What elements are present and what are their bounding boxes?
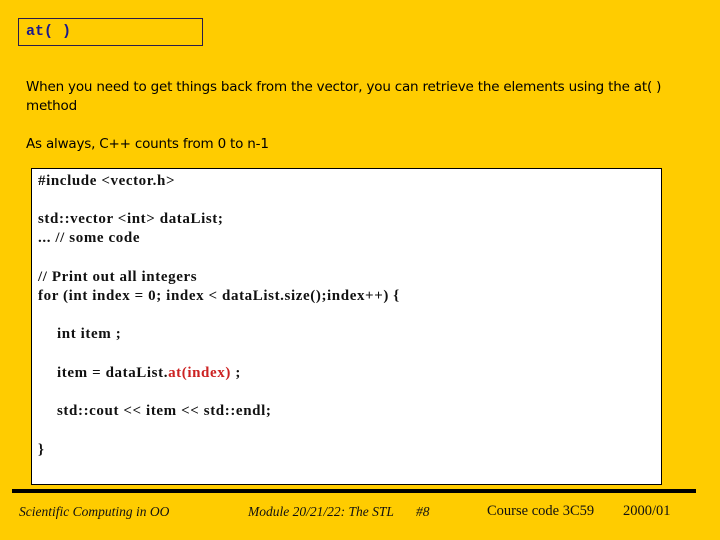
code-block: #include <vector.h> std::vector <int> da… xyxy=(31,168,662,485)
code-line-int-item: int item ; xyxy=(57,326,122,342)
slide-title: at( ) xyxy=(26,23,72,40)
code-line-assign: item = dataList.at(index) ; xyxy=(57,365,241,382)
code-assign-prefix: item = dataList. xyxy=(57,365,169,381)
footer-course-name: Scientific Computing in OO xyxy=(19,504,170,519)
code-assign-suffix: ; xyxy=(230,365,241,381)
code-line-include: #include <vector.h> xyxy=(38,173,176,189)
code-line-close-brace: } xyxy=(38,442,45,458)
footer-divider xyxy=(12,489,696,493)
intro-paragraph: When you need to get things back from th… xyxy=(26,79,662,114)
footer-course-code: Course code 3C59 xyxy=(487,503,595,519)
code-line-comment: // Print out all integers xyxy=(38,269,198,285)
footer-slide-number: #8 xyxy=(416,504,430,519)
slide-title-box: at( ) xyxy=(18,18,203,46)
code-line-cout: std::cout << item << std::endl; xyxy=(57,403,272,419)
footer-module: Module 20/21/22: The STL xyxy=(248,504,394,519)
code-line-for-loop: for (int index = 0; index < dataList.siz… xyxy=(38,288,400,304)
counting-note: As always, C++ counts from 0 to n-1 xyxy=(26,136,269,152)
code-line-declare: std::vector <int> dataList; xyxy=(38,211,224,227)
footer-year: 2000/01 xyxy=(623,503,671,519)
code-line-some-code: ... // some code xyxy=(38,230,141,246)
code-at-call-highlight: at(index) xyxy=(168,365,231,381)
